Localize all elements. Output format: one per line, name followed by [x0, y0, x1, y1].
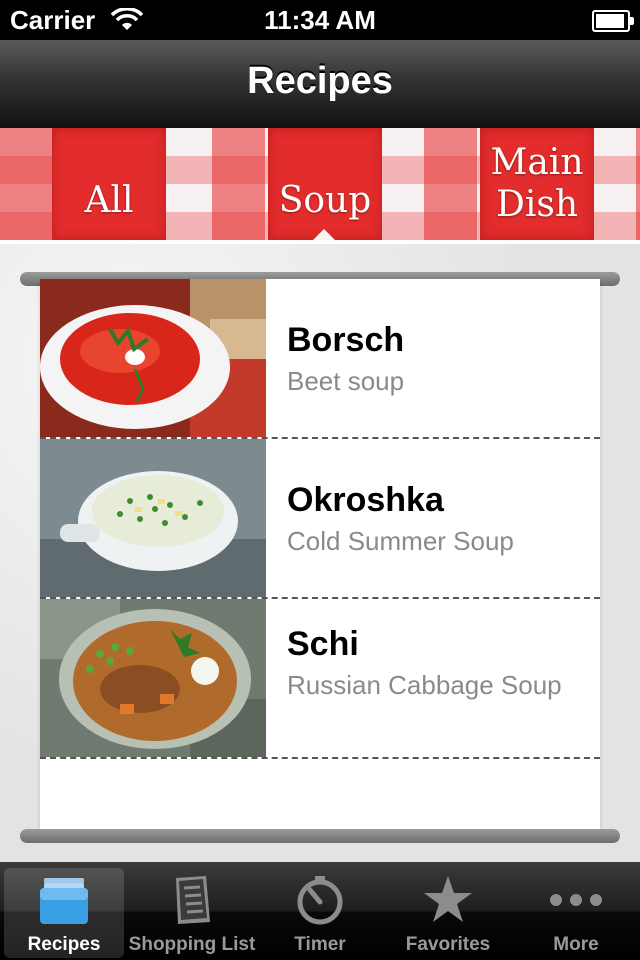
- scroll-rod-bottom: [20, 829, 620, 843]
- recipe-row-borsch[interactable]: Borsch Beet soup: [40, 279, 600, 439]
- recipe-subtitle: Beet soup: [287, 366, 405, 396]
- recipe-title: Okroshka: [287, 481, 444, 519]
- schi-photo: [40, 599, 266, 757]
- recipes-stack-icon: [40, 878, 88, 924]
- recipe-subtitle: Cold Summer Soup: [287, 526, 514, 556]
- battery-icon: [592, 10, 634, 32]
- more-dots-icon: [550, 894, 602, 906]
- category-tab-label: Main Dish: [480, 142, 594, 226]
- tab-more[interactable]: More: [516, 868, 636, 958]
- tab-favorites[interactable]: Favorites: [388, 868, 508, 958]
- category-tab-soup[interactable]: Soup: [268, 128, 382, 240]
- tab-label: Timer: [294, 934, 346, 955]
- status-time: 11:34 AM: [264, 5, 376, 35]
- tab-label: Recipes: [27, 934, 101, 955]
- page-title: Recipes: [247, 60, 393, 102]
- star-icon: [424, 876, 472, 922]
- recipe-title: Schi: [287, 625, 359, 663]
- tab-recipes[interactable]: Recipes: [4, 868, 124, 958]
- tab-label: Favorites: [405, 934, 491, 955]
- tab-timer[interactable]: Timer: [260, 868, 380, 958]
- recipe-list: Borsch Beet soup Okroshka Cold Summer So…: [40, 279, 600, 829]
- shopping-list-icon: [176, 876, 210, 924]
- tab-bar: Recipes Shopping List Timer Favorites Mo…: [0, 862, 640, 960]
- tab-shopping-list[interactable]: Shopping List: [129, 868, 255, 958]
- recipe-title: Borsch: [287, 321, 405, 359]
- okroshka-photo: [40, 439, 266, 597]
- category-tab-all[interactable]: All: [52, 128, 166, 240]
- category-tab-label-line1: Main: [490, 142, 584, 183]
- recipe-row-schi[interactable]: Schi Russian Cabbage Soup: [40, 599, 600, 759]
- category-selector: All Soup Main Dish: [0, 128, 640, 243]
- category-tab-label-line2: Dish: [495, 184, 579, 225]
- recipe-subtitle: Russian Cabbage Soup: [287, 670, 562, 700]
- tab-label: Shopping List: [128, 934, 256, 955]
- timer-icon: [297, 876, 343, 925]
- navigation-bar: Recipes: [0, 40, 640, 129]
- status-bar: Carrier 11:34 AM: [0, 0, 640, 40]
- category-tab-label: Soup: [278, 180, 372, 221]
- category-tab-label: All: [84, 180, 134, 221]
- recipe-row-okroshka[interactable]: Okroshka Cold Summer Soup: [40, 439, 600, 599]
- tab-label: More: [553, 934, 599, 955]
- borsch-photo: [40, 279, 266, 437]
- category-tab-main-dish[interactable]: Main Dish: [480, 128, 594, 240]
